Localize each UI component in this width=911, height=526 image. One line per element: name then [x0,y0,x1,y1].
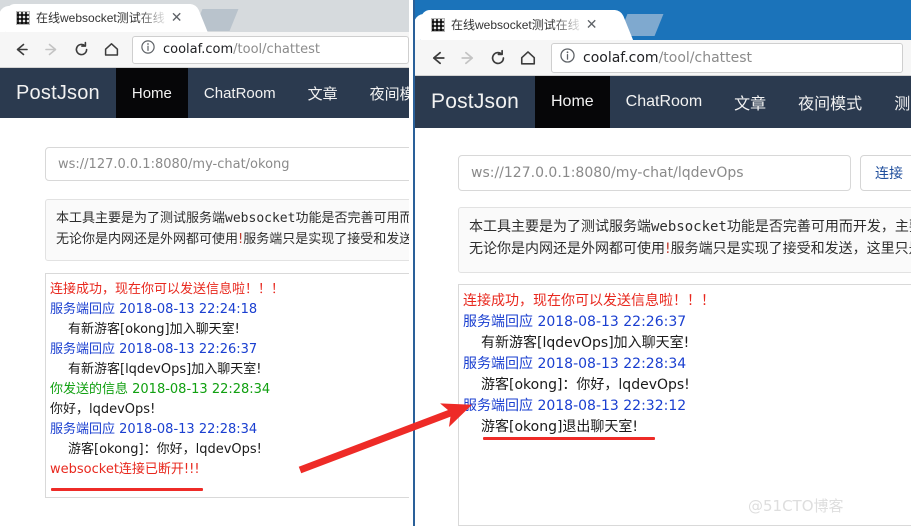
right-log-line: 服务端回应 2018-08-13 22:32:12 [463,398,687,414]
left-log-line: 有新游客[lqdevOps]加入聊天室! [68,362,262,377]
left-navlink-home[interactable]: Home [115,68,188,118]
right-log-line: 服务端回应 2018-08-13 22:26:37 [463,314,687,330]
left-log-line: 游客[okong]：你好，lqdevOps! [68,442,262,457]
left-tab-title: 在线websocket测试在线 [36,11,165,25]
right-address-bar[interactable]: coolaf.com/tool/chattest [551,42,903,73]
left-browser-toolbar: coolaf.com/tool/chattest [0,32,415,68]
right-tab-title: 在线websocket测试在线 [451,18,580,32]
right-log-line: 游客[okong]退出聊天室! [481,419,639,435]
right-brand-postjson[interactable]: PostJson [415,76,535,128]
left-info-line-1-a: 本工具主要是为了测试服务端 [56,211,226,226]
favicon-icon [431,18,445,32]
right-message-log[interactable]: 连接成功，现在你可以发送信息啦！！！ 服务端回应 2018-08-13 22:26… [458,284,911,526]
left-navlink-night-mode[interactable]: 夜间模式 [354,68,415,118]
left-site-navbar: PostJson Home ChatRoom 文章 夜间模式 [0,68,415,118]
left-info-line-2-b: 服务端只是实现了接受和发送 [243,232,413,247]
close-icon[interactable]: ✕ [586,18,598,32]
left-browser-window: 在线websocket测试在线 ✕ coolaf.com/tool/chatte… [0,0,415,526]
left-log-line: 连接成功，现在你可以发送信息啦！！！ [50,282,285,297]
right-page-body: ws://127.0.0.1:8080/my-chat/lqdevOps 连接 … [415,128,911,526]
right-navlink-articles-label: 文章 [734,96,767,113]
right-navlink-test-tools-label: 测试工具 [894,96,911,113]
right-navlink-articles[interactable]: 文章 [718,76,782,128]
right-red-underline [483,437,655,440]
back-button[interactable] [6,35,36,65]
left-log-line: 有新游客[okong]加入聊天室! [68,322,240,337]
connect-button[interactable]: 连接 [860,155,911,191]
left-url-host: coolaf.com [163,42,234,57]
left-log-lines: 连接成功，现在你可以发送信息啦！！！ 服务端回应 2018-08-13 22:24… [46,280,415,480]
site-info-icon[interactable] [141,40,155,59]
right-navlink-chatroom[interactable]: ChatRoom [610,76,718,128]
right-info-box: 本工具主要是为了测试服务端websocket功能是否完善可用而开发，主要是利 无… [458,207,911,273]
left-message-log[interactable]: 连接成功，现在你可以发送信息啦！！！ 服务端回应 2018-08-13 22:24… [45,273,415,498]
right-log-line: 服务端回应 2018-08-13 22:28:34 [463,356,687,372]
left-log-line: 你发送的信息 2018-08-13 22:28:34 [50,382,271,397]
left-url-path: /tool/chattest [233,42,320,57]
right-log-line: 有新游客[lqdevOps]加入聊天室! [481,335,690,351]
favicon-icon [16,11,30,25]
left-info-box: 本工具主要是为了测试服务端websocket功能是否完善可用而开 无论你是内网还… [45,199,415,261]
reload-button[interactable] [66,35,96,65]
right-info-line-1: 本工具主要是为了测试服务端websocket功能是否完善可用而开发，主要是利 [469,216,911,238]
right-browser-toolbar: coolaf.com/tool/chattest [415,40,911,76]
right-info-line-1-b: 功能是否完善可用而开发，主要是利 [726,219,911,235]
right-navlink-night-mode[interactable]: 夜间模式 [782,76,878,128]
left-tab-strip: 在线websocket测试在线 ✕ [0,0,415,32]
left-brand-postjson[interactable]: PostJson [0,68,116,118]
left-navlink-articles[interactable]: 文章 [292,68,354,118]
left-info-line-1: 本工具主要是为了测试服务端websocket功能是否完善可用而开 [56,208,415,229]
right-log-lines: 连接成功，现在你可以发送信息啦！！！ 服务端回应 2018-08-13 22:26… [459,291,911,438]
home-button[interactable] [513,43,543,73]
left-address-bar[interactable]: coolaf.com/tool/chattest [132,35,409,64]
right-url-path: /tool/chattest [658,49,753,66]
right-info-line-1-a: 本工具主要是为了测试服务端 [469,219,651,235]
left-navlink-chatroom[interactable]: ChatRoom [188,68,292,118]
left-info-line-1-b: 功能是否完善可用而开 [295,211,415,226]
right-tab-strip: 在线websocket测试在线 ✕ [415,0,911,40]
left-log-line: 服务端回应 2018-08-13 22:28:34 [50,422,258,437]
right-info-line-2-b: 服务端只是实现了接受和发送，这里只是测 [670,241,911,257]
back-button[interactable] [423,43,453,73]
left-info-line-2-a: 无论你是内网还是外网都可使用 [56,232,239,247]
site-info-icon[interactable] [560,47,575,68]
right-navlink-home[interactable]: Home [534,76,610,128]
left-page-body: ws://127.0.0.1:8080/my-chat/okong 本工具主要是… [0,118,415,508]
left-log-line: websocket连接已断开!!! [50,462,200,477]
left-navlink-home-label: Home [131,84,172,102]
right-browser-window: 在线websocket测试在线 ✕ coolaf.com/tool/chatte… [415,0,911,526]
right-url-row: ws://127.0.0.1:8080/my-chat/lqdevOps 连接 [458,155,911,191]
left-red-underline [51,488,203,491]
left-navlink-articles-label: 文章 [307,85,338,103]
right-navlink-test-tools[interactable]: 测试工具 [878,76,911,128]
right-log-line: 游客[okong]：你好，lqdevOps! [481,377,690,393]
right-navlink-chatroom-label: ChatRoom [625,93,703,110]
right-browser-tab[interactable]: 在线websocket测试在线 ✕ [421,10,617,40]
left-browser-tab[interactable]: 在线websocket测试在线 ✕ [6,4,192,32]
home-button[interactable] [96,35,126,65]
forward-button[interactable] [453,43,483,73]
reload-button[interactable] [483,43,513,73]
close-icon[interactable]: ✕ [171,11,183,25]
right-url-host: coolaf.com [583,49,659,66]
watermark-51cto: @51CTO博客 [748,497,844,515]
left-navlink-chatroom-label: ChatRoom [203,84,276,102]
forward-button[interactable] [36,35,66,65]
right-navlink-night-mode-label: 夜间模式 [798,96,863,113]
left-ws-url-input[interactable]: ws://127.0.0.1:8080/my-chat/okong [45,147,415,181]
right-ws-url-input[interactable]: ws://127.0.0.1:8080/my-chat/lqdevOps [458,155,851,191]
left-info-line-2: 无论你是内网还是外网都可使用!服务端只是实现了接受和发送 [56,229,415,250]
screenshot-stage: 在线websocket测试在线 ✕ coolaf.com/tool/chatte… [0,0,911,526]
right-log-line: 连接成功，现在你可以发送信息啦！！！ [463,293,715,309]
right-site-navbar: PostJson Home ChatRoom 文章 夜间模式 测试工具 [415,76,911,128]
left-log-line: 你好，lqdevOps! [50,402,156,417]
left-info-line-1-mono: websocket [225,211,296,226]
left-log-line: 服务端回应 2018-08-13 22:26:37 [50,342,258,357]
right-info-line-2: 无论你是内网还是外网都可使用!服务端只是实现了接受和发送，这里只是测 [469,238,911,260]
left-log-line: 服务端回应 2018-08-13 22:24:18 [50,302,258,317]
right-info-line-1-mono: websocket [651,219,727,235]
right-navlink-home-label: Home [550,93,594,110]
right-info-line-2-a: 无论你是内网还是外网都可使用 [469,241,665,257]
